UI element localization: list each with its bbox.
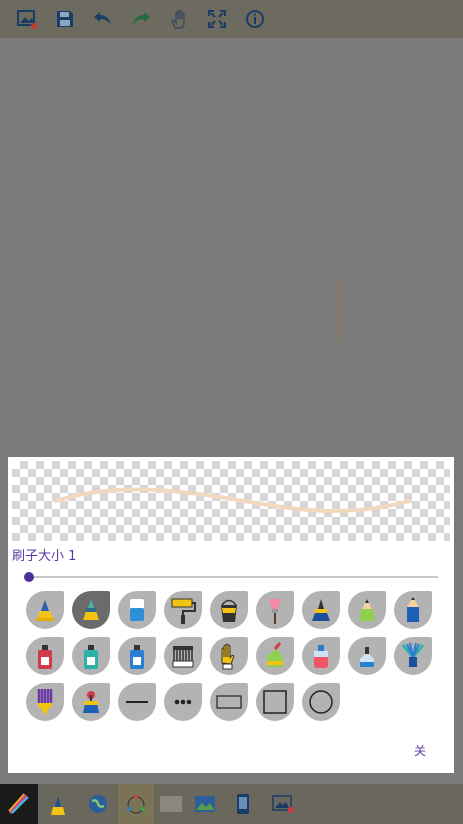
dots-shape-icon[interactable] [164, 683, 202, 721]
redo-icon[interactable] [130, 8, 152, 30]
stripe-brush-icon[interactable] [26, 683, 64, 721]
bucket-brush-icon[interactable] [210, 591, 248, 629]
info-icon[interactable] [244, 8, 266, 30]
brush-preview [12, 461, 450, 541]
slider-thumb[interactable] [24, 572, 34, 582]
crayon-brush-icon[interactable] [348, 591, 386, 629]
shape-tool-icon[interactable] [118, 784, 154, 824]
glue-bottle-icon[interactable] [256, 637, 294, 675]
picture-icon[interactable] [190, 784, 220, 824]
undo-icon[interactable] [92, 8, 114, 30]
circle-shape-icon[interactable] [302, 683, 340, 721]
brush-size-slider[interactable] [24, 571, 438, 583]
eraser-brush-icon[interactable] [118, 591, 156, 629]
dropper-bottle-icon[interactable] [348, 637, 386, 675]
spray-can-teal-icon[interactable] [72, 637, 110, 675]
canvas-stroke [338, 278, 340, 342]
image-edit-icon[interactable] [268, 784, 298, 824]
rectangle-shape-icon[interactable] [210, 683, 248, 721]
pen-brush-icon[interactable] [26, 591, 64, 629]
phone-icon[interactable] [228, 784, 258, 824]
marker-brush-icon[interactable] [72, 591, 110, 629]
globe-icon[interactable] [80, 784, 116, 824]
blank-canvas-icon[interactable] [156, 784, 186, 824]
brush-size-label: 刷子大小 1 [12, 549, 77, 564]
roller-brush-icon[interactable] [164, 591, 202, 629]
line-shape-icon[interactable] [118, 683, 156, 721]
close-button[interactable]: 关 [414, 742, 426, 759]
fan-brush-icon[interactable] [256, 591, 294, 629]
fullscreen-icon[interactable] [206, 8, 228, 30]
glove-brush-icon[interactable] [210, 637, 248, 675]
spray-can-blue-icon[interactable] [118, 637, 156, 675]
ink-brush-icon[interactable] [302, 591, 340, 629]
image-icon[interactable] [16, 8, 38, 30]
pencil-brush-icon[interactable] [394, 591, 432, 629]
spray-can-red-icon[interactable] [26, 637, 64, 675]
hand-icon[interactable] [168, 8, 190, 30]
bottom-toolbar [0, 784, 463, 824]
save-icon[interactable] [54, 8, 76, 30]
color-pen-icon[interactable] [0, 784, 38, 824]
feather-brush-icon[interactable] [394, 637, 432, 675]
comb-brush-icon[interactable] [164, 637, 202, 675]
top-toolbar [0, 0, 463, 38]
brush-tool-icon[interactable] [40, 784, 76, 824]
spray-bottle-icon[interactable] [302, 637, 340, 675]
square-shape-icon[interactable] [256, 683, 294, 721]
brush-dialog: 刷子大小 1 关 [8, 457, 454, 773]
slider-track[interactable] [28, 576, 438, 578]
stamp-brush-icon[interactable] [72, 683, 110, 721]
